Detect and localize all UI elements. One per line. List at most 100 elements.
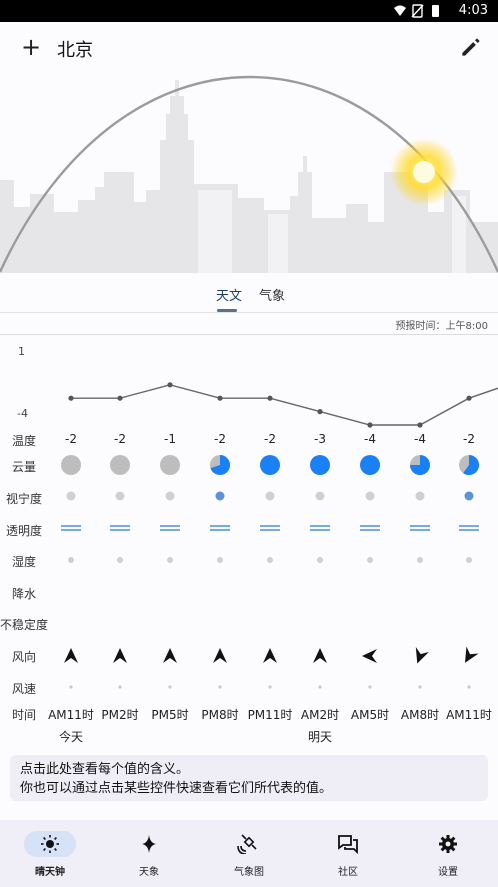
- seeing-dot: [215, 491, 225, 501]
- transparency-cell[interactable]: [457, 523, 481, 533]
- seeing-cell[interactable]: [364, 490, 376, 502]
- cloud-cover-cell[interactable]: [259, 454, 281, 476]
- temperature-cell[interactable]: -2: [195, 432, 245, 446]
- tab-astronomy[interactable]: 天文: [216, 285, 242, 304]
- seeing-cell[interactable]: [214, 490, 226, 502]
- cloud-disc: [310, 455, 330, 475]
- temperature-cell[interactable]: -3: [295, 432, 345, 446]
- wind-speed-cell[interactable]: [465, 683, 473, 691]
- temperature-cell[interactable]: -2: [245, 432, 295, 446]
- seeing-cell[interactable]: [264, 490, 276, 502]
- seeing-cell[interactable]: [414, 490, 426, 502]
- cloud-disc: [160, 455, 180, 475]
- transparency-cell[interactable]: [358, 523, 382, 533]
- wind-speed-cell[interactable]: [316, 683, 324, 691]
- humidity-dot: [167, 557, 173, 563]
- temperature-cell[interactable]: -4: [395, 432, 445, 446]
- humidity-cell[interactable]: [265, 555, 275, 565]
- divider: [0, 334, 498, 335]
- wind-direction-cell[interactable]: [360, 646, 380, 666]
- temperature-line-chart[interactable]: [0, 340, 498, 430]
- nav-item-celestial-events[interactable]: 天象: [99, 820, 199, 887]
- humidity-cell[interactable]: [215, 555, 225, 565]
- wind-speed-cell[interactable]: [216, 683, 224, 691]
- cloud-cover-cell[interactable]: [60, 454, 82, 476]
- seeing-cell[interactable]: [114, 490, 126, 502]
- seeing-cell[interactable]: [463, 490, 475, 502]
- humidity-cell[interactable]: [365, 555, 375, 565]
- transparency-cell[interactable]: [208, 523, 232, 533]
- cloud-disc: [110, 455, 130, 475]
- cloud-cover-cell[interactable]: [209, 454, 231, 476]
- seeing-cell[interactable]: [65, 490, 77, 502]
- tab-weather[interactable]: 气象: [259, 285, 285, 304]
- temperature-cell[interactable]: -4: [345, 432, 395, 446]
- cloud-disc: [260, 455, 280, 475]
- wind-direction-cell[interactable]: [160, 646, 180, 666]
- time-cell: PM5时: [151, 708, 189, 722]
- seeing-cell[interactable]: [164, 490, 176, 502]
- add-location-button[interactable]: +: [18, 34, 44, 60]
- wind-speed-cell[interactable]: [366, 683, 374, 691]
- sun-icon: [41, 835, 59, 853]
- humidity-cell[interactable]: [415, 555, 425, 565]
- wifi-icon: [394, 5, 406, 16]
- wind-speed-dot: [268, 685, 272, 689]
- wind-speed-cell[interactable]: [266, 683, 274, 691]
- help-tip-line2: 你也可以通过点击某些控件快速查看它们所代表的值。: [20, 781, 333, 796]
- humidity-cell[interactable]: [464, 555, 474, 565]
- cloud-cover-cell[interactable]: [159, 454, 181, 476]
- nav-item-settings[interactable]: 设置: [398, 820, 498, 887]
- wind-speed-cell[interactable]: [166, 683, 174, 691]
- cloud-disc: [360, 455, 380, 475]
- humidity-cell[interactable]: [315, 555, 325, 565]
- temperature-point: [317, 409, 323, 415]
- cloud-cover-cell[interactable]: [359, 454, 381, 476]
- cloud-cover-cell[interactable]: [109, 454, 131, 476]
- transparency-cell[interactable]: [158, 523, 182, 533]
- chat-icon: [338, 835, 358, 854]
- wind-direction-cell[interactable]: [61, 646, 81, 666]
- row-label-precipitation: 降水: [12, 587, 37, 601]
- transparency-cell[interactable]: [108, 523, 132, 533]
- humidity-dot: [117, 557, 123, 563]
- seeing-cell[interactable]: [314, 490, 326, 502]
- wind-direction-cell[interactable]: [459, 646, 479, 666]
- wind-arrow: [362, 649, 377, 663]
- cloud-cover-cell[interactable]: [309, 454, 331, 476]
- wind-speed-cell[interactable]: [416, 683, 424, 691]
- temperature-cell[interactable]: -2: [444, 432, 494, 446]
- temperature-cell[interactable]: -2: [46, 432, 96, 446]
- nav-item-weather-map[interactable]: 气象图: [199, 820, 299, 887]
- transparency-cell[interactable]: [308, 523, 332, 533]
- help-tip[interactable]: 点击此处查看每个值的含义。 你也可以通过点击某些控件快速查看它们所代表的值。: [10, 755, 488, 801]
- nav-item-clear-sky-clock[interactable]: 晴天钟: [0, 820, 100, 887]
- time-cell: PM8时: [201, 708, 239, 722]
- wind-direction-cell[interactable]: [410, 646, 430, 666]
- transparency-cell[interactable]: [408, 523, 432, 533]
- wind-arrow: [415, 647, 429, 664]
- time-cell: PM11时: [247, 708, 293, 722]
- humidity-cell[interactable]: [115, 555, 125, 565]
- temperature-cell[interactable]: -1: [145, 432, 195, 446]
- city-title[interactable]: 北京: [57, 36, 93, 62]
- wind-speed-cell[interactable]: [116, 683, 124, 691]
- wind-direction-cell[interactable]: [310, 646, 330, 666]
- temperature-point: [117, 395, 123, 401]
- wind-direction-cell[interactable]: [260, 646, 280, 666]
- temperature-cell[interactable]: -2: [95, 432, 145, 446]
- edit-icon[interactable]: [458, 34, 484, 60]
- temperature-point: [367, 422, 373, 428]
- wind-speed-cell[interactable]: [67, 683, 75, 691]
- temperature-point: [167, 382, 173, 388]
- humidity-cell[interactable]: [66, 555, 76, 565]
- cloud-cover-cell[interactable]: [458, 454, 480, 476]
- transparency-cell[interactable]: [258, 523, 282, 533]
- transparency-cell[interactable]: [59, 523, 83, 533]
- nav-item-community[interactable]: 社区: [298, 820, 398, 887]
- wind-direction-cell[interactable]: [110, 646, 130, 666]
- wind-speed-dot: [318, 685, 322, 689]
- cloud-cover-cell[interactable]: [409, 454, 431, 476]
- humidity-cell[interactable]: [165, 555, 175, 565]
- wind-direction-cell[interactable]: [210, 646, 230, 666]
